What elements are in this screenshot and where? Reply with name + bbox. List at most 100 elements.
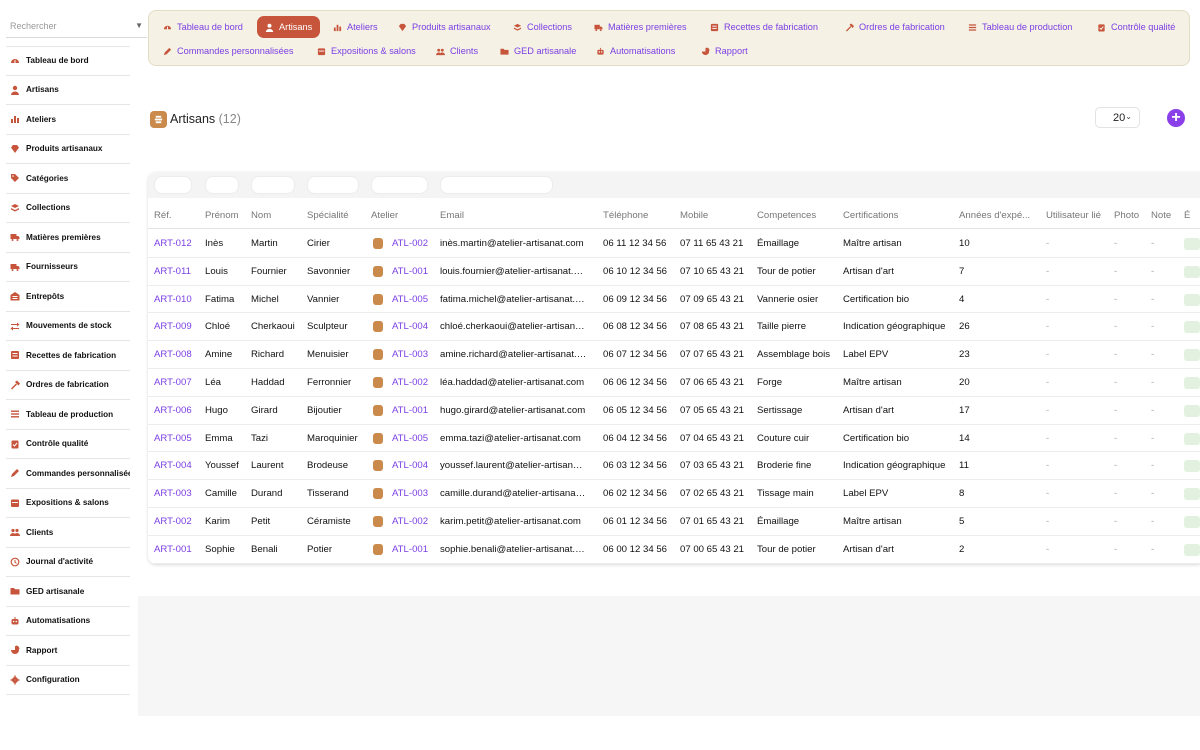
column-header[interactable]: Années d'expé... bbox=[959, 210, 1043, 221]
table-row[interactable]: ART-003 Camille Durand Tisserand ATL-003 cami… bbox=[148, 480, 1200, 508]
artisan-ref-link[interactable]: ART-001 bbox=[154, 544, 198, 555]
column-header[interactable]: Spécialité bbox=[307, 210, 369, 221]
tab-13[interactable]: GED artisanale bbox=[492, 40, 584, 62]
sidebar-item-0[interactable]: Tableau de bord bbox=[6, 46, 132, 76]
sidebar-item-17[interactable]: Journal d'activité bbox=[6, 548, 132, 577]
atelier-link[interactable]: ATL-001 bbox=[392, 266, 437, 277]
column-header[interactable]: Certifications bbox=[843, 210, 957, 221]
artisan-ref-link[interactable]: ART-011 bbox=[154, 266, 198, 277]
artisan-ref-link[interactable]: ART-008 bbox=[154, 349, 198, 360]
tab-3[interactable]: Produits artisanaux bbox=[390, 16, 499, 38]
sidebar-item-20[interactable]: Rapport bbox=[6, 636, 132, 666]
tab-2[interactable]: Ateliers bbox=[325, 16, 386, 38]
table-row[interactable]: ART-007 Léa Haddad Ferronnier ATL-002 léa.had… bbox=[148, 369, 1200, 397]
column-header[interactable]: Prénom bbox=[205, 210, 249, 221]
sidebar-item-8[interactable]: Entrepôts bbox=[6, 282, 132, 312]
filter-prenom[interactable] bbox=[205, 176, 239, 194]
column-header[interactable]: Email bbox=[440, 210, 592, 221]
atelier-link[interactable]: ATL-002 bbox=[392, 238, 437, 249]
table-row[interactable]: ART-001 Sophie Benali Potier ATL-001 sophie.b… bbox=[148, 536, 1200, 564]
search-input[interactable] bbox=[6, 16, 126, 36]
tab-4[interactable]: Collections bbox=[505, 16, 580, 38]
atelier-link[interactable]: ATL-003 bbox=[392, 349, 437, 360]
tab-15[interactable]: Rapport bbox=[693, 40, 756, 62]
tab-6[interactable]: Recettes de fabrication bbox=[702, 16, 826, 38]
sidebar-item-15[interactable]: Expositions & salons bbox=[6, 489, 132, 518]
sidebar-item-5[interactable]: Collections bbox=[6, 194, 132, 223]
tab-0[interactable]: Tableau de bord bbox=[155, 16, 251, 38]
per-page-select[interactable]: 20 ⌄ bbox=[1095, 107, 1140, 128]
artisan-ref-link[interactable]: ART-006 bbox=[154, 405, 198, 416]
sidebar-item-10[interactable]: Recettes de fabrication bbox=[6, 341, 132, 371]
table-row[interactable]: ART-004 Youssef Laurent Brodeuse ATL-004 yous… bbox=[148, 452, 1200, 481]
sidebar-item-19[interactable]: Automatisations bbox=[6, 607, 132, 636]
table-row[interactable]: ART-011 Louis Fournier Savonnier ATL-001 loui… bbox=[148, 258, 1200, 286]
tab-7[interactable]: Ordres de fabrication bbox=[837, 16, 953, 38]
column-header[interactable]: É bbox=[1184, 210, 1200, 221]
column-header[interactable]: Competences bbox=[757, 210, 841, 221]
sidebar-item-2[interactable]: Ateliers bbox=[6, 105, 132, 135]
sidebar-item-16[interactable]: Clients bbox=[6, 518, 132, 548]
atelier-link[interactable]: ATL-005 bbox=[392, 433, 437, 444]
table-row[interactable]: ART-005 Emma Tazi Maroquinier ATL-005 emma.ta… bbox=[148, 425, 1200, 453]
atelier-link[interactable]: ATL-002 bbox=[392, 516, 437, 527]
table-row[interactable]: ART-002 Karim Petit Céramiste ATL-002 karim.p… bbox=[148, 508, 1200, 536]
atelier-link[interactable]: ATL-002 bbox=[392, 377, 437, 388]
table-row[interactable]: ART-009 Chloé Cherkaoui Sculpteur ATL-004 chl… bbox=[148, 313, 1200, 342]
filter-nom[interactable] bbox=[251, 176, 295, 194]
table-row[interactable]: ART-012 Inès Martin Cirier ATL-002 inès.marti… bbox=[148, 230, 1200, 258]
atelier-link[interactable]: ATL-001 bbox=[392, 405, 437, 416]
sidebar-item-1[interactable]: Artisans bbox=[6, 76, 132, 105]
column-header[interactable]: Note bbox=[1151, 210, 1181, 221]
atelier-link[interactable]: ATL-003 bbox=[392, 488, 437, 499]
column-header[interactable]: Nom bbox=[251, 210, 305, 221]
add-artisan-button[interactable]: + bbox=[1167, 109, 1185, 127]
column-header[interactable]: Mobile bbox=[680, 210, 755, 221]
atelier-link[interactable]: ATL-004 bbox=[392, 460, 437, 471]
filter-email[interactable] bbox=[440, 176, 553, 194]
atelier-link[interactable]: ATL-005 bbox=[392, 294, 437, 305]
sidebar-item-18[interactable]: GED artisanale bbox=[6, 577, 132, 607]
tab-11[interactable]: Expositions & salons bbox=[309, 40, 424, 62]
artisan-ref-link[interactable]: ART-007 bbox=[154, 377, 198, 388]
sidebar-item-6[interactable]: Matières premières bbox=[6, 223, 132, 253]
sidebar-item-11[interactable]: Ordres de fabrication bbox=[6, 371, 132, 400]
sidebar-item-14[interactable]: Commandes personnalisées bbox=[6, 459, 137, 489]
chevron-down-icon[interactable]: ▼ bbox=[135, 21, 143, 30]
filter-atelier[interactable] bbox=[371, 176, 428, 194]
tab-5[interactable]: Matières premières bbox=[586, 16, 695, 38]
artisan-ref-link[interactable]: ART-010 bbox=[154, 294, 198, 305]
sidebar-item-7[interactable]: Fournisseurs bbox=[6, 253, 132, 282]
table-row[interactable]: ART-008 Amine Richard Menuisier ATL-003 amine… bbox=[148, 341, 1200, 369]
sidebar-item-9[interactable]: Mouvements de stock bbox=[6, 312, 132, 341]
column-header[interactable]: Utilisateur lié bbox=[1046, 210, 1112, 221]
sidebar-item-3[interactable]: Produits artisanaux bbox=[6, 135, 132, 164]
column-header[interactable]: Réf. bbox=[154, 210, 202, 221]
tab-12[interactable]: Clients bbox=[428, 40, 486, 62]
table-row[interactable]: ART-010 Fatima Michel Vannier ATL-005 fatima.… bbox=[148, 286, 1200, 314]
column-header[interactable]: Atelier bbox=[371, 210, 437, 221]
artisan-ref-link[interactable]: ART-009 bbox=[154, 321, 198, 332]
sidebar-item-12[interactable]: Tableau de production bbox=[6, 400, 132, 430]
artisan-ref-link[interactable]: ART-004 bbox=[154, 460, 198, 471]
tab-14[interactable]: Automatisations bbox=[588, 40, 683, 62]
atelier-link[interactable]: ATL-001 bbox=[392, 544, 437, 555]
tab-8[interactable]: Tableau de production bbox=[960, 16, 1080, 38]
filter-specialite[interactable] bbox=[307, 176, 359, 194]
column-header[interactable]: Photo bbox=[1114, 210, 1148, 221]
artisan-ref-link[interactable]: ART-012 bbox=[154, 238, 198, 249]
artisan-ref-link[interactable]: ART-005 bbox=[154, 433, 198, 444]
table-row[interactable]: ART-006 Hugo Girard Bijoutier ATL-001 hugo.gi… bbox=[148, 397, 1200, 425]
sidebar-item-4[interactable]: Catégories bbox=[6, 164, 132, 194]
tab-10[interactable]: Commandes personnalisées bbox=[155, 40, 301, 62]
artisan-ref-link[interactable]: ART-002 bbox=[154, 516, 198, 527]
column-header[interactable]: Téléphone bbox=[603, 210, 678, 221]
tab-9[interactable]: Contrôle qualité bbox=[1089, 16, 1183, 38]
sidebar-item-13[interactable]: Contrôle qualité bbox=[6, 430, 132, 459]
filter-ref[interactable] bbox=[154, 176, 192, 194]
search-box[interactable]: ▼ bbox=[6, 16, 147, 38]
artisan-ref-link[interactable]: ART-003 bbox=[154, 488, 198, 499]
tab-1[interactable]: Artisans bbox=[257, 16, 321, 38]
sidebar-item-21[interactable]: Configuration bbox=[6, 666, 132, 695]
atelier-link[interactable]: ATL-004 bbox=[392, 321, 437, 332]
